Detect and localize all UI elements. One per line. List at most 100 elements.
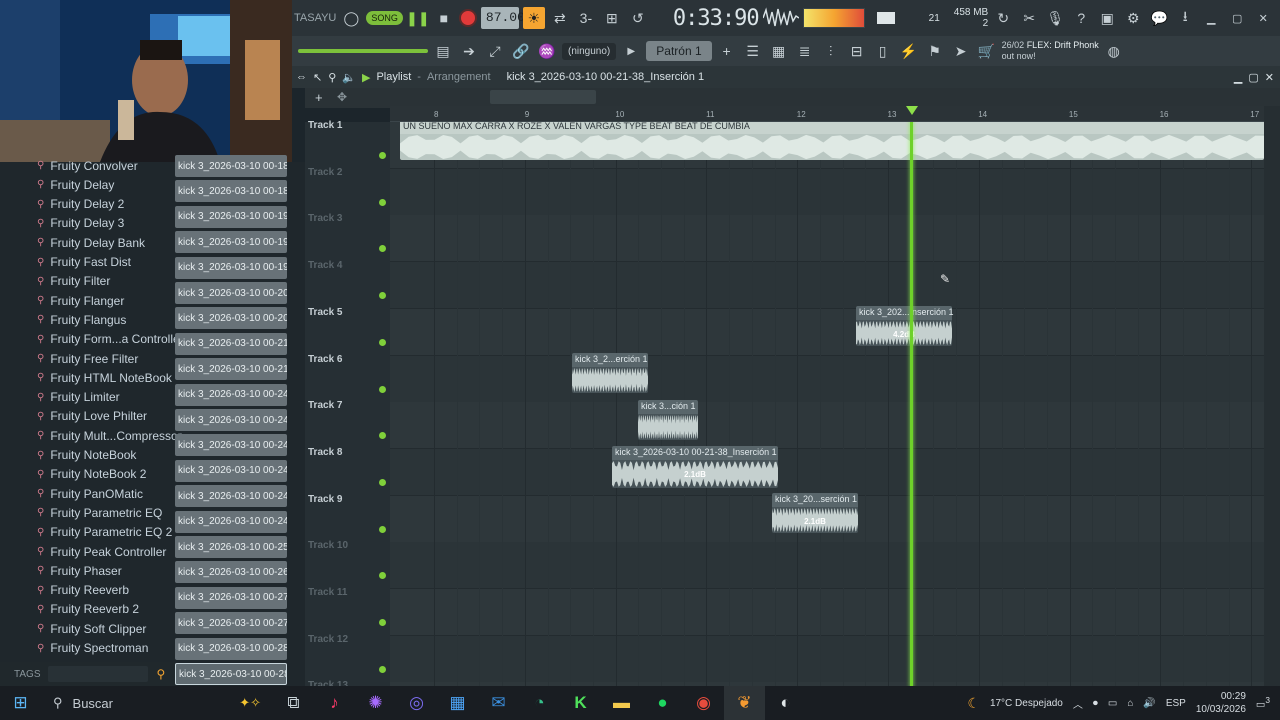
taskbar-search[interactable]: ⚲ Buscar ✦✧ — [41, 686, 273, 720]
plugin-item[interactable]: ⚲ Fruity Parametric EQ 2 — [37, 523, 172, 542]
edge-icon[interactable]: ◔ — [519, 686, 560, 720]
language[interactable]: ESP — [1166, 698, 1186, 709]
media-icon[interactable]: ◎ — [396, 686, 437, 720]
plugin-item[interactable]: ⚲ Fruity Soft Clipper — [37, 619, 146, 638]
song-mode-button[interactable]: SONG — [366, 11, 403, 25]
file-item[interactable]: kick 3_2026-03-10 00-21... — [175, 358, 287, 381]
store-icon[interactable]: ▦ — [437, 686, 478, 720]
plugin-item[interactable]: ⚲ Fruity Delay 2 — [37, 195, 124, 214]
plugin-item[interactable]: ⚲ Fruity NoteBook — [37, 446, 136, 465]
plugin-item[interactable]: ⚲ Fruity Reeverb — [37, 581, 129, 600]
play-button[interactable]: ❚❚ — [406, 7, 429, 29]
tags-input[interactable] — [48, 666, 149, 682]
audio-clip[interactable]: kick 3_2...erción 1 — [572, 353, 648, 393]
preset-select[interactable]: (ninguno) — [562, 42, 617, 60]
plugin-item[interactable]: ⚲ Fruity Spectroman — [37, 639, 148, 658]
track-row[interactable] — [390, 402, 1264, 450]
track-mute-button[interactable] — [379, 525, 386, 533]
file-item[interactable]: kick 3_2026-03-10 00-18... — [175, 155, 287, 177]
audio-clip[interactable]: kick 3...ción 1 — [638, 400, 698, 440]
channel-rack-icon[interactable]: ▦ — [768, 40, 790, 62]
camera-icon[interactable]: ⏺ — [1093, 698, 1098, 709]
plugin-item[interactable]: ⚲ Fruity Form...a Controller — [37, 330, 184, 349]
track-label[interactable]: Track 8 — [308, 447, 390, 493]
track-label[interactable]: Track 10 — [308, 540, 390, 586]
loop-record-icon[interactable]: ↺ — [627, 7, 649, 29]
piano-roll-icon[interactable]: ▤ — [432, 40, 454, 62]
clock[interactable]: 00:29 10/03/2026 — [1196, 690, 1246, 716]
plugin-item[interactable]: ⚲ Fruity Free Filter — [37, 349, 138, 368]
mail-icon[interactable]: ✉ — [478, 686, 519, 720]
plugin-item[interactable]: ⚲ Fruity Convolver — [37, 156, 138, 175]
mixer-icon[interactable]: ≣ — [794, 40, 816, 62]
file-item[interactable]: kick 3_2026-03-10 00-24... — [175, 434, 287, 457]
plugin-item[interactable]: ⚲ Fruity Flanger — [37, 291, 124, 310]
close-icon[interactable]: ✕ — [1252, 7, 1274, 29]
track-row[interactable] — [390, 542, 1264, 590]
arrow-right-icon[interactable]: ➔ — [458, 40, 480, 62]
kick-icon[interactable]: K — [560, 686, 601, 720]
track-label[interactable]: Track 11 — [308, 587, 390, 633]
tools-icon[interactable]: ⚑ — [924, 40, 946, 62]
pattern-select[interactable]: Patrón 1 — [646, 41, 712, 61]
plugin-item[interactable]: ⚲ Fruity Delay — [37, 175, 114, 194]
tray-chevron-icon[interactable]: ︿ — [1073, 696, 1083, 711]
plugin-item[interactable]: ⚲ Fruity Filter — [37, 272, 110, 291]
record-button[interactable] — [458, 9, 477, 27]
file-item[interactable]: kick 3_2026-03-10 00-24... — [175, 459, 287, 482]
stop-button[interactable]: ■ — [433, 7, 455, 29]
plugin-icon[interactable]: ⚙ — [1122, 7, 1144, 29]
track-label[interactable]: Track 4 — [308, 260, 390, 306]
file-item[interactable]: kick 3_2026-03-10 00-26... — [175, 561, 287, 584]
file-item[interactable]: kick 3_2026-03-10 00-18... — [175, 180, 287, 203]
track-label[interactable]: Track 6 — [308, 354, 390, 400]
add-pattern-icon[interactable]: + — [716, 40, 738, 62]
notification-icon[interactable]: ▭3 — [1256, 695, 1270, 710]
master-volume-slider[interactable] — [298, 49, 428, 53]
close-icon[interactable]: ✕ — [1265, 71, 1280, 84]
track-row[interactable] — [390, 589, 1264, 636]
link-icon[interactable]: 🔗 — [510, 40, 532, 62]
speaker-icon[interactable]: 🔈 — [342, 71, 356, 84]
plugin-item[interactable]: ⚲ Fruity Peak Controller — [37, 542, 166, 561]
track-label[interactable]: Track 7 — [308, 400, 390, 446]
magnet-icon[interactable]: ➤ — [950, 40, 972, 62]
track-row[interactable] — [390, 215, 1264, 263]
plugin-item[interactable]: ⚲ Fruity Delay Bank — [37, 233, 145, 252]
plug-icon[interactable]: ⚡ — [898, 40, 920, 62]
select-tool-icon[interactable]: ↖ — [313, 71, 322, 84]
file-item[interactable]: kick 3_2026-03-10 00-19... — [175, 256, 287, 279]
undo-icon[interactable]: ↻ — [992, 7, 1014, 29]
chat-icon[interactable]: 💬 — [1148, 7, 1170, 29]
tempo-display[interactable]: 87.000 — [480, 7, 533, 29]
track-mute-button[interactable] — [379, 478, 386, 486]
track-mute-button[interactable] — [379, 152, 386, 159]
playhead[interactable] — [910, 122, 913, 686]
plugin-item[interactable]: ⚲ Fruity Mult...Compressor — [37, 426, 182, 445]
battery-icon[interactable]: ▭ — [1108, 698, 1117, 709]
obs-icon[interactable]: ◐ — [765, 686, 806, 720]
file-item[interactable]: kick 3_2026-03-10 00-28... — [175, 663, 287, 685]
track-mute-button[interactable] — [379, 198, 386, 206]
track-label[interactable]: Track 2 — [308, 167, 390, 213]
browser-icon[interactable]: ⊟ — [846, 40, 868, 62]
track-label[interactable]: Track 3 — [308, 213, 390, 259]
plugin-item[interactable]: ⚲ Fruity Flangus — [37, 310, 126, 329]
play-icon[interactable]: ▶ — [362, 71, 370, 84]
chrome-icon[interactable]: ◉ — [683, 686, 724, 720]
track-label[interactable]: Track 9 — [308, 494, 390, 540]
volume-icon[interactable]: 🔊 — [1143, 698, 1155, 709]
plugin-item[interactable]: ⚲ Fruity Reeverb 2 — [37, 600, 139, 619]
plugin-item[interactable]: ⚲ Fruity PanOMatic — [37, 484, 143, 503]
track-row[interactable] — [390, 635, 1264, 683]
weather-text[interactable]: 17°C Despejado — [990, 698, 1063, 709]
tiktok-icon[interactable]: ♪ — [314, 686, 355, 720]
file-item[interactable]: kick 3_2026-03-10 00-19... — [175, 231, 287, 254]
track-mute-button[interactable] — [379, 338, 386, 346]
file-item[interactable]: kick 3_2026-03-10 00-24... — [175, 383, 287, 406]
plugin-item[interactable]: ⚲ Fruity HTML NoteBook — [37, 368, 172, 387]
countdown-icon[interactable]: 3‑ — [575, 7, 597, 29]
task-view-icon[interactable]: ⧉ — [273, 686, 314, 720]
file-item[interactable]: kick 3_2026-03-10 00-20... — [175, 282, 287, 304]
plugin-item[interactable]: ⚲ Fruity Limiter — [37, 388, 120, 407]
